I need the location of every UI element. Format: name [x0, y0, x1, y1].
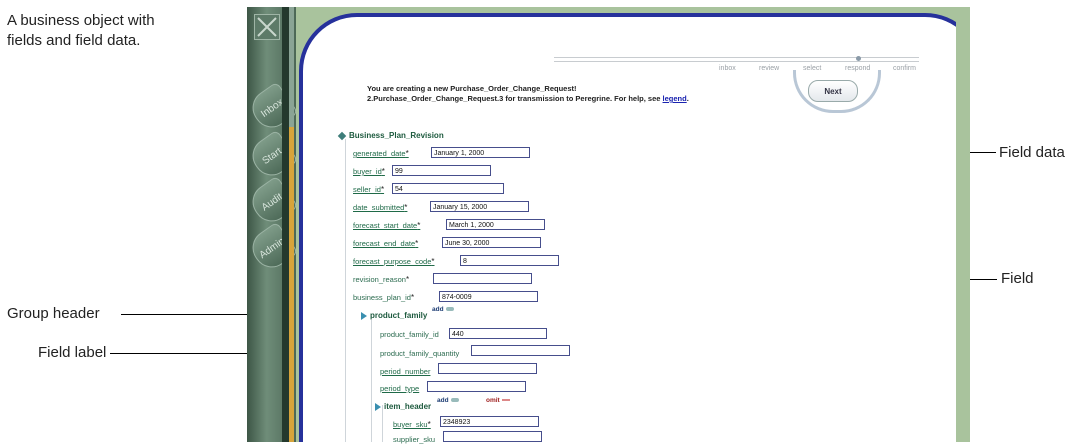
- product-family-quantity-input[interactable]: [471, 345, 570, 356]
- field-label-forecast-end-date[interactable]: forecast_end_date*: [353, 239, 418, 248]
- group-header-item-header[interactable]: item_header: [375, 402, 431, 411]
- field-callout: Field: [1001, 270, 1034, 287]
- status-message: You are creating a new Purchase_Order_Ch…: [367, 84, 689, 104]
- business-object-caption: A business object with fields and field …: [7, 11, 155, 51]
- message-end: .: [686, 94, 689, 103]
- group-header-product-family[interactable]: product_family: [361, 311, 427, 320]
- add-product-family-button[interactable]: add: [432, 306, 454, 313]
- seller-id-input[interactable]: 54: [392, 183, 504, 194]
- step-review: review: [759, 65, 780, 72]
- field-label-seller-id[interactable]: seller_id*: [353, 185, 384, 194]
- frame-stripe-upper: [289, 7, 294, 127]
- field-label-period-type[interactable]: period_type: [380, 384, 419, 393]
- group-header-callout: Group header: [7, 305, 100, 322]
- field-label-callout: Field label: [38, 344, 107, 361]
- next-button[interactable]: Next: [808, 80, 858, 102]
- legend-link[interactable]: legend: [663, 94, 687, 103]
- step-inbox: inbox: [719, 65, 736, 72]
- field-label-product-family-quantity: product_family_quantity: [380, 349, 460, 358]
- business-plan-id-input[interactable]: 874-0009: [439, 291, 538, 302]
- field-label-generated-date[interactable]: generated_date*: [353, 149, 409, 158]
- field-label-product-family-id: product_family_id: [380, 330, 439, 339]
- period-number-input[interactable]: [438, 363, 537, 374]
- forecast-end-date-input[interactable]: June 30, 2000: [442, 237, 541, 248]
- field-label-business-plan-id: business_plan_id*: [353, 293, 415, 302]
- caption-line-1: A business object with: [7, 12, 155, 29]
- buyer-sku-input[interactable]: 2348923: [440, 416, 539, 427]
- frame-stripe: [282, 7, 289, 442]
- revision-reason-input[interactable]: [433, 273, 532, 284]
- field-label-buyer-sku[interactable]: buyer_sku*: [393, 420, 431, 429]
- frame-stripe-gold: [289, 127, 294, 442]
- form-title-text: Business_Plan_Revision: [349, 131, 444, 140]
- caption-line-2: fields and field data.: [7, 32, 141, 49]
- forecast-purpose-code-input[interactable]: 8: [460, 255, 559, 266]
- tree-line: [345, 139, 346, 442]
- tree-line: [371, 320, 372, 442]
- field-label-date-submitted[interactable]: date_submitted*: [353, 203, 407, 212]
- field-data-callout: Field data: [999, 144, 1065, 161]
- date-submitted-input[interactable]: January 15, 2000: [430, 201, 529, 212]
- expand-triangle-icon: [375, 402, 381, 411]
- supplier-sku-input[interactable]: [443, 431, 542, 442]
- expand-triangle-icon: [361, 311, 367, 320]
- add-icon: [450, 398, 459, 403]
- add-icon: [445, 307, 454, 312]
- close-icon[interactable]: [254, 14, 280, 40]
- current-step-marker: [856, 56, 861, 61]
- add-item-header-button[interactable]: add: [437, 397, 459, 404]
- right-frame-edge: [956, 7, 970, 442]
- message-line-2: 2.Purchase_Order_Change_Request.3 for tr…: [367, 94, 689, 104]
- omit-item-header-button[interactable]: omit: [486, 397, 510, 404]
- generated-date-input[interactable]: January 1, 2000: [431, 147, 530, 158]
- buyer-id-input[interactable]: 99: [392, 165, 491, 176]
- form-title: Business_Plan_Revision: [337, 131, 444, 141]
- steps-line-2: [554, 61, 919, 62]
- field-label-period-number[interactable]: period_number: [380, 367, 430, 376]
- field-label-buyer-id[interactable]: buyer_id*: [353, 167, 385, 176]
- forecast-start-date-input[interactable]: March 1, 2000: [446, 219, 545, 230]
- omit-icon: [501, 399, 510, 402]
- field-label-forecast-start-date[interactable]: forecast_start_date*: [353, 221, 420, 230]
- product-family-id-input[interactable]: 440: [449, 328, 547, 339]
- message-text: 2.Purchase_Order_Change_Request.3 for tr…: [367, 94, 661, 103]
- message-line-1: You are creating a new Purchase_Order_Ch…: [367, 84, 577, 93]
- field-label-supplier-sku: supplier_sku: [393, 435, 436, 444]
- field-label-forecast-purpose-code[interactable]: forecast_purpose_code*: [353, 257, 435, 266]
- period-type-input[interactable]: [427, 381, 526, 392]
- step-confirm: confirm: [893, 65, 916, 72]
- steps-line: [554, 57, 919, 58]
- field-label-revision-reason: revision_reason*: [353, 275, 410, 284]
